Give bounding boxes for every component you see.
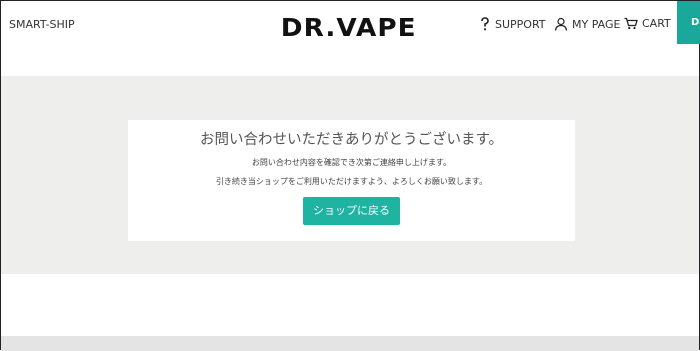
my-page-label: MY PAGE — [572, 17, 621, 31]
continue-message: 引き続き当ショップをご利用いただけますよう、よろしくお願い致します。 — [215, 177, 488, 186]
thank-you-card: お問い合わせいただきありがとうございます。 お問い合わせ内容を確認でき次第ご連絡… — [128, 120, 575, 241]
smart-ship-link[interactable]: SMART-SHIP — [9, 18, 75, 31]
site-header: SMART-SHIP DR.VAPE SUPPORT MY PAGE CART … — [1, 1, 700, 76]
confirmation-message: お問い合わせ内容を確認でき次第ご連絡申し上げます。 — [251, 158, 452, 167]
support-label: SUPPORT — [495, 17, 546, 31]
header-action-button[interactable]: DI — [677, 1, 700, 44]
back-to-shop-button[interactable]: ショップに戻る — [303, 197, 400, 225]
thank-you-title: お問い合わせいただきありがとうございます。 — [199, 132, 504, 148]
cart-link[interactable]: CART — [624, 17, 671, 30]
footer-strip — [1, 336, 699, 351]
user-icon — [554, 17, 568, 31]
my-page-link[interactable]: MY PAGE — [554, 17, 620, 31]
question-icon — [481, 17, 489, 31]
cart-icon — [624, 17, 638, 30]
site-logo[interactable]: DR.VAPE — [281, 13, 417, 42]
header-action-label: DI — [691, 17, 700, 28]
support-link[interactable]: SUPPORT — [479, 17, 546, 31]
cart-label: CART — [642, 17, 671, 30]
